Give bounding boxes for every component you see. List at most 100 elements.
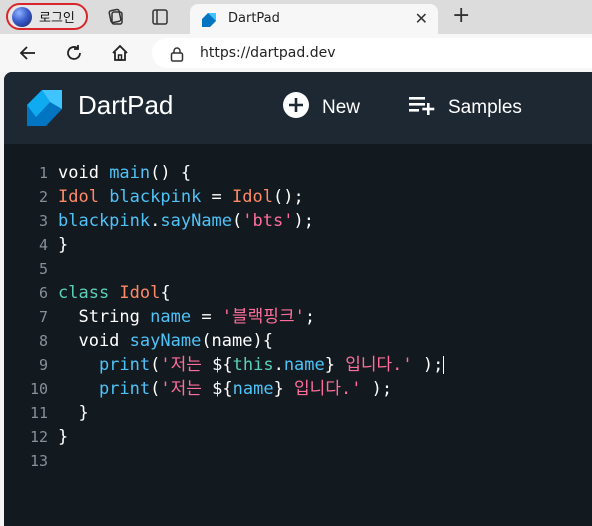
plus-icon[interactable]: + xyxy=(452,5,470,27)
code-token: } xyxy=(324,355,336,375)
code-token: = xyxy=(191,307,222,327)
code-text[interactable]: } xyxy=(58,401,89,425)
code-token: '저는 xyxy=(160,355,213,375)
code-token: ); xyxy=(361,379,393,399)
code-token: 입니다.' xyxy=(335,355,413,375)
code-token: ; xyxy=(304,307,316,327)
code-line[interactable]: 6 class Idol{ xyxy=(4,281,592,305)
profile-button[interactable]: 로그인 xyxy=(6,3,88,30)
code-token: this xyxy=(232,355,274,375)
code-token: blackpink xyxy=(58,211,151,231)
code-token: } xyxy=(58,403,89,423)
code-token: sayName xyxy=(160,211,233,231)
line-number: 11 xyxy=(29,404,48,422)
code-line[interactable]: 10 print('저는 ${name} 입니다.' ); xyxy=(4,377,592,401)
code-token: Idol xyxy=(119,283,161,303)
code-text[interactable]: print('저는 ${this.name} 입니다.' ); xyxy=(58,353,445,377)
home-icon[interactable] xyxy=(110,43,130,63)
code-text[interactable]: String name = '블랙핑크'; xyxy=(58,305,315,329)
code-editor[interactable]: 1 void main() {2 Idol blackpink = Idol(); 3… xyxy=(4,144,592,526)
code-token: = xyxy=(201,187,233,207)
code-token: name xyxy=(283,355,325,375)
line-number: 10 xyxy=(29,380,48,398)
text-cursor xyxy=(443,356,445,374)
code-token: blackpink xyxy=(109,187,202,207)
collections-icon[interactable] xyxy=(106,7,126,27)
code-token: ); xyxy=(412,355,444,375)
code-token: Idol xyxy=(232,187,273,207)
line-number: 7 xyxy=(38,308,48,326)
code-line[interactable]: 8 void sayName(name){ xyxy=(4,329,592,353)
code-token: { xyxy=(160,283,171,303)
code-line[interactable]: 3 blackpink.sayName('bts'); xyxy=(4,209,592,233)
code-token: } xyxy=(273,379,284,399)
playlist-add-icon xyxy=(408,93,436,123)
code-token: '블랙핑크' xyxy=(221,307,305,327)
code-text[interactable]: class Idol{ xyxy=(58,281,171,305)
code-token: ${ xyxy=(212,379,233,399)
samples-label: Samples xyxy=(448,97,522,118)
close-icon[interactable]: ✕ xyxy=(415,9,428,28)
tab-title: DartPad xyxy=(228,11,280,26)
code-line[interactable]: 13 xyxy=(4,449,592,473)
code-token: ); xyxy=(293,211,314,231)
code-text[interactable]: blackpink.sayName('bts'); xyxy=(58,209,314,233)
back-arrow-icon[interactable] xyxy=(18,43,38,63)
code-token: 입니다.' xyxy=(283,379,362,399)
browser-tab-strip: 로그인 DartPad ✕ + xyxy=(0,0,592,34)
code-line[interactable]: 7 String name = '블랙핑크'; xyxy=(4,305,592,329)
code-line[interactable]: 4} xyxy=(4,233,592,257)
dart-favicon-icon xyxy=(200,11,218,33)
browser-tab[interactable]: DartPad ✕ xyxy=(190,4,438,34)
code-token: ( xyxy=(232,211,243,231)
code-token: ${ xyxy=(212,355,233,375)
code-line[interactable]: 9 print('저는 ${this.name} 입니다.' ); xyxy=(4,353,592,377)
lock-icon[interactable] xyxy=(170,46,184,66)
url-text[interactable]: https://dartpad.dev xyxy=(200,45,335,61)
code-token: name xyxy=(150,307,192,327)
code-token: (name){ xyxy=(201,331,273,351)
code-token: main xyxy=(109,163,151,183)
code-token: print xyxy=(58,379,151,399)
code-text[interactable]: } xyxy=(58,233,68,257)
code-line[interactable]: 2 Idol blackpink = Idol(); xyxy=(4,185,592,209)
samples-button[interactable]: Samples xyxy=(408,93,522,123)
refresh-icon[interactable] xyxy=(64,43,84,63)
code-text[interactable]: void main() { xyxy=(58,161,191,185)
code-token: void xyxy=(58,163,110,183)
code-token: print xyxy=(58,355,151,375)
line-number: 13 xyxy=(29,452,48,470)
new-button[interactable]: New xyxy=(282,91,360,125)
code-line[interactable]: 12} xyxy=(4,425,592,449)
add-circle-icon xyxy=(282,91,310,125)
browser-toolbar: https://dartpad.dev xyxy=(0,34,592,72)
tab-actions-icon[interactable] xyxy=(150,7,170,27)
code-text[interactable]: print('저는 ${name} 입니다.' ); xyxy=(58,377,392,401)
address-bar[interactable]: https://dartpad.dev xyxy=(152,38,592,68)
line-number: 2 xyxy=(38,188,48,206)
code-token: class xyxy=(58,283,120,303)
code-text[interactable]: void sayName(name){ xyxy=(58,329,273,353)
app-header: DartPad New Samples xyxy=(4,72,592,144)
code-line[interactable]: 1 void main() { xyxy=(4,161,592,185)
code-text[interactable]: Idol blackpink = Idol(); xyxy=(58,185,304,209)
code-token: . xyxy=(273,355,284,375)
code-line[interactable]: 5 xyxy=(4,257,592,281)
code-token: void xyxy=(58,331,130,351)
dartpad-app: DartPad New Samples 1 void main() { 2 Idol … xyxy=(4,72,592,526)
line-number: 1 xyxy=(38,164,48,182)
code-line[interactable]: 11 } xyxy=(4,401,592,425)
code-token: (); xyxy=(272,187,304,207)
line-number: 12 xyxy=(29,428,48,446)
code-token: ( xyxy=(150,379,161,399)
code-token: () { xyxy=(150,163,192,183)
line-number: 5 xyxy=(38,260,48,278)
code-token: '저는 xyxy=(160,379,213,399)
code-token: sayName xyxy=(129,331,202,351)
line-number: 8 xyxy=(38,332,48,350)
line-number: 9 xyxy=(38,356,48,374)
line-number: 3 xyxy=(38,212,48,230)
code-token: Idol xyxy=(58,187,110,207)
code-text[interactable]: } xyxy=(58,425,68,449)
code-token: name xyxy=(232,379,274,399)
